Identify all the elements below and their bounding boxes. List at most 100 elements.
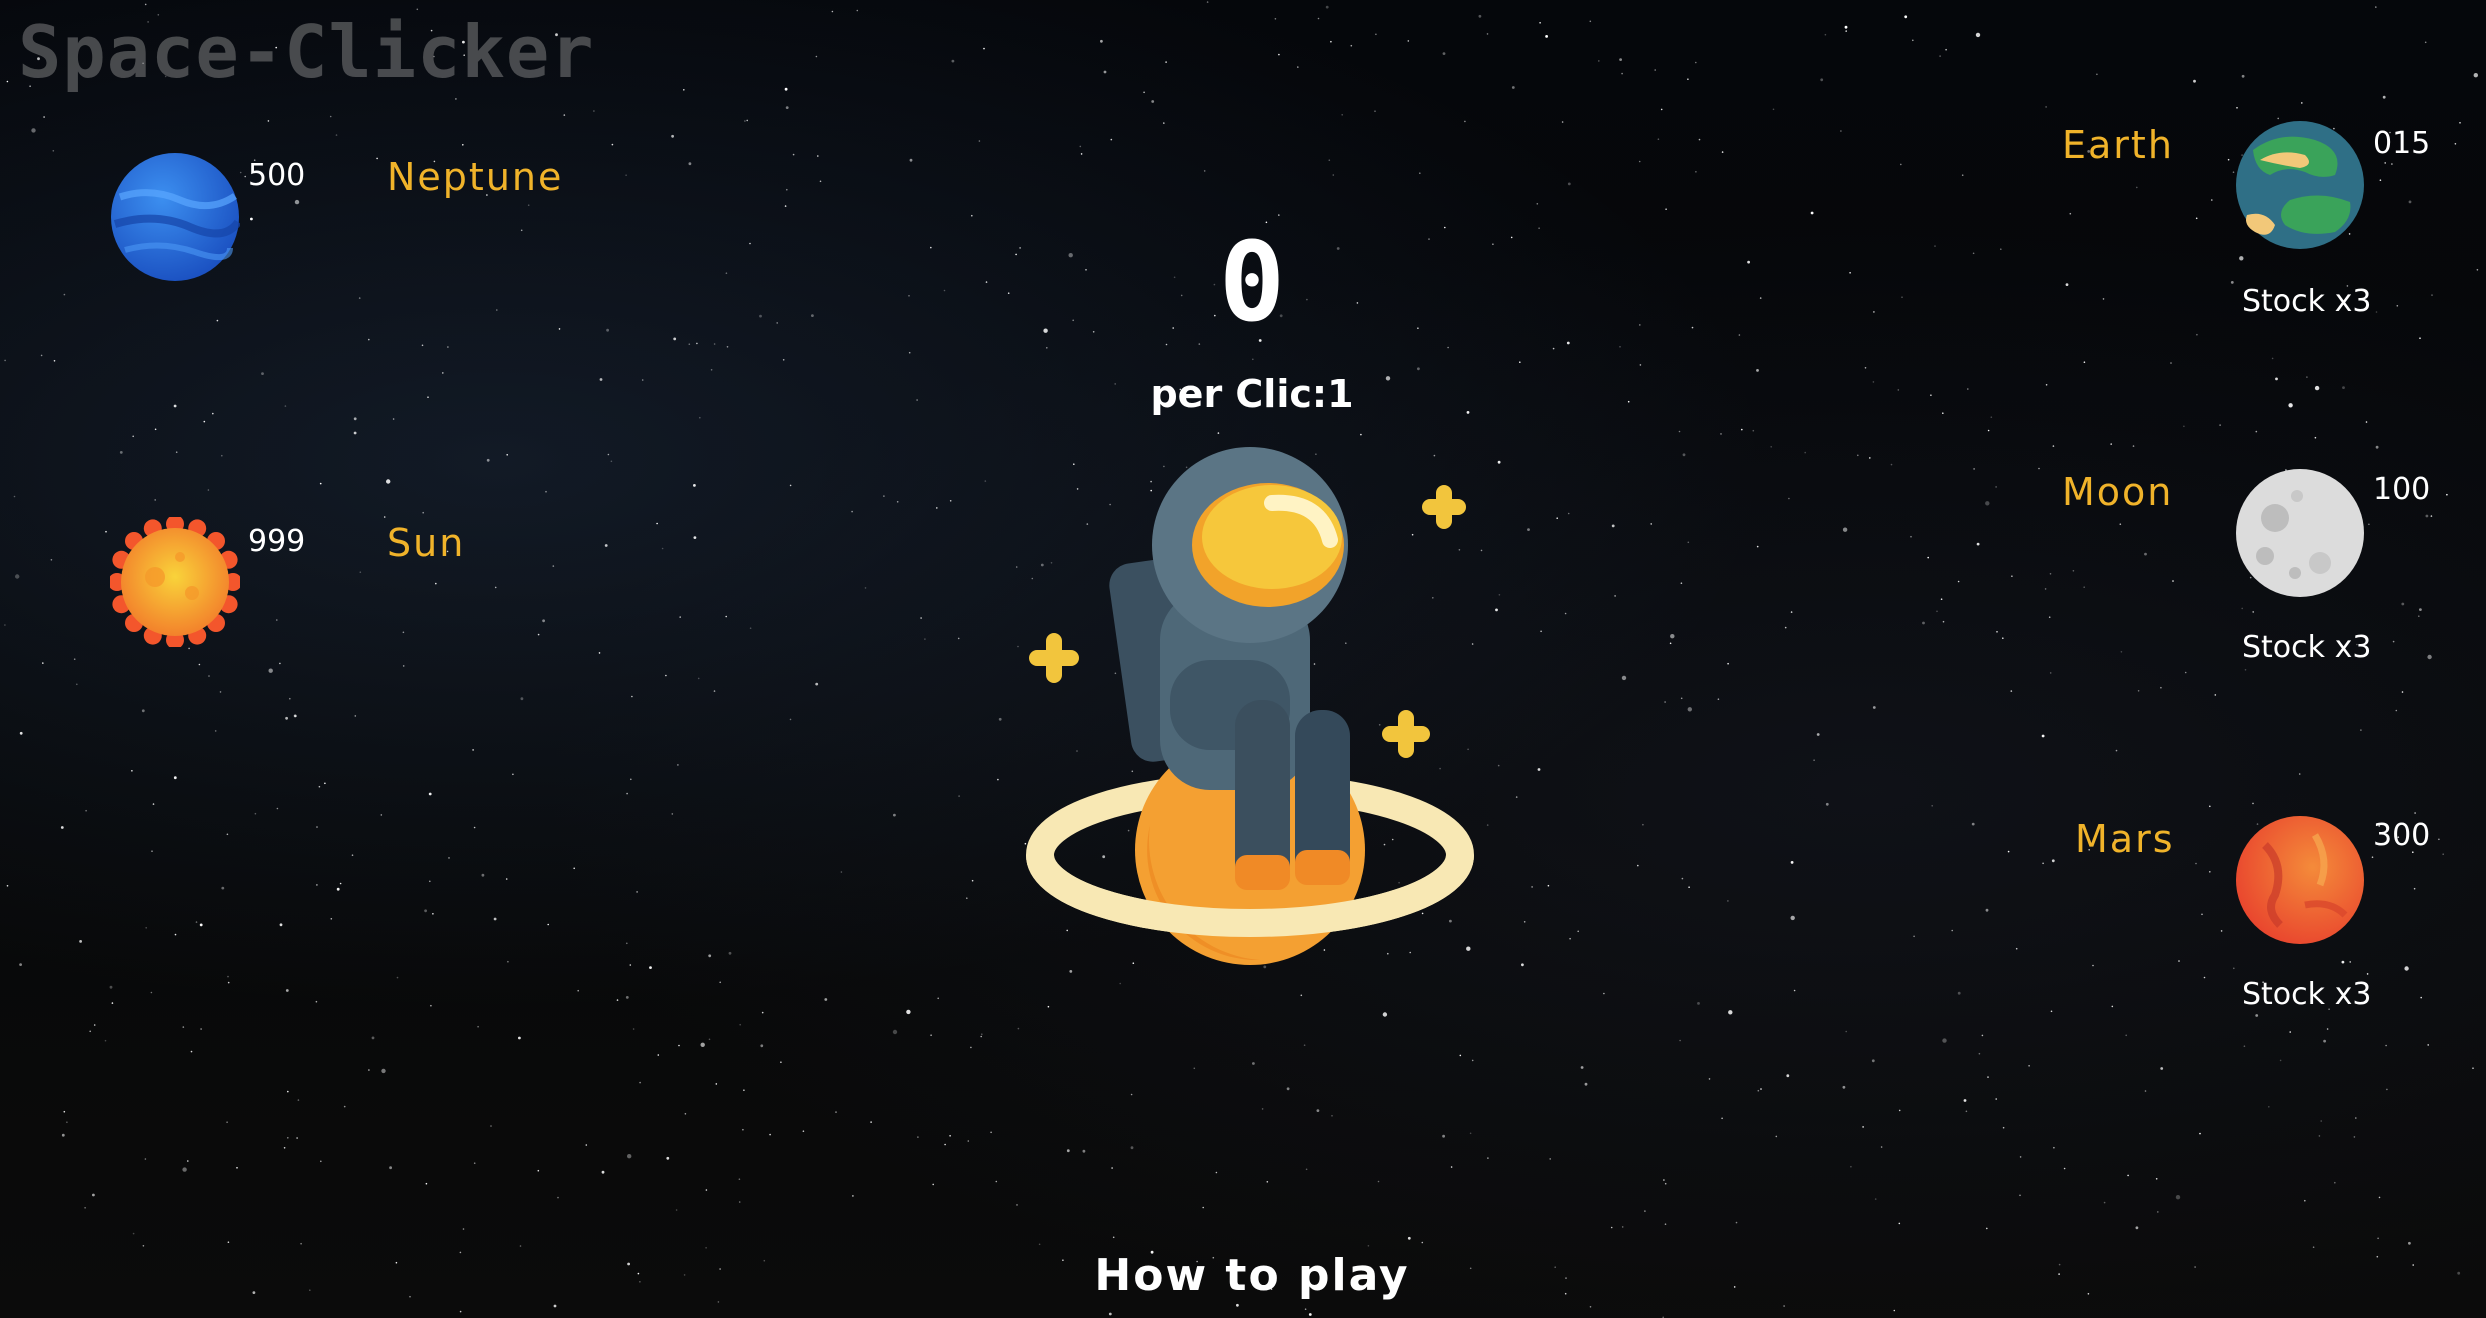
- star: [908, 351, 911, 354]
- star: [693, 536, 697, 539]
- star: [1215, 1171, 1218, 1174]
- star: [1274, 18, 1277, 20]
- star: [1082, 1149, 1086, 1153]
- star: [627, 1154, 632, 1159]
- star: [1912, 39, 1914, 42]
- star: [545, 490, 547, 493]
- star: [1068, 253, 1073, 258]
- star: [279, 662, 281, 665]
- star: [2375, 445, 2379, 449]
- star: [505, 878, 508, 880]
- star: [1910, 535, 1912, 538]
- star: [2053, 1146, 2055, 1149]
- star: [2446, 493, 2448, 496]
- star: [782, 359, 785, 361]
- star: [2195, 862, 2197, 865]
- star: [598, 652, 601, 654]
- star: [657, 1054, 660, 1056]
- star: [1930, 394, 1932, 397]
- star: [2193, 79, 2196, 83]
- star: [2096, 73, 2098, 76]
- star: [1341, 114, 1343, 116]
- star: [89, 1030, 91, 1033]
- sun-button[interactable]: [110, 517, 240, 647]
- star: [2424, 41, 2427, 44]
- star: [684, 1113, 687, 1115]
- star: [221, 454, 223, 457]
- star: [448, 857, 450, 859]
- star: [749, 627, 752, 629]
- how-to-play-button[interactable]: How to play: [1052, 1250, 1452, 1301]
- star: [1682, 453, 1686, 457]
- star: [1375, 33, 1377, 36]
- astronaut-clicker[interactable]: [1010, 445, 1500, 975]
- star: [1664, 1182, 1667, 1185]
- star: [1531, 886, 1533, 888]
- star: [254, 812, 257, 815]
- star: [719, 1268, 721, 1270]
- star: [1995, 1098, 1997, 1100]
- star: [1639, 324, 1641, 326]
- earth-button[interactable]: [2235, 120, 2365, 250]
- star: [1611, 524, 1615, 528]
- star: [353, 431, 357, 435]
- star: [1561, 121, 1564, 123]
- star: [870, 1121, 872, 1123]
- star: [1872, 706, 1876, 709]
- star: [1536, 203, 1539, 205]
- star: [1080, 153, 1083, 155]
- star: [916, 399, 918, 401]
- star: [2243, 1045, 2246, 1047]
- star: [1664, 1223, 1667, 1225]
- star: [111, 1002, 114, 1004]
- star: [957, 637, 960, 640]
- neptune-icon: [111, 153, 240, 281]
- star: [1193, 1067, 1196, 1070]
- star: [629, 964, 632, 966]
- star: [324, 782, 326, 785]
- star: [2279, 1059, 2282, 1062]
- star: [980, 1035, 982, 1038]
- star: [297, 1099, 300, 1101]
- star: [152, 803, 155, 805]
- star: [252, 1291, 256, 1294]
- star: [527, 204, 530, 206]
- star: [1810, 211, 1814, 215]
- star: [1804, 451, 1806, 454]
- star: [1564, 612, 1567, 615]
- star: [1540, 630, 1542, 633]
- star: [1130, 1146, 1134, 1150]
- star: [1850, 1165, 1852, 1168]
- star: [815, 55, 818, 58]
- star: [1639, 364, 1642, 366]
- star: [958, 795, 960, 797]
- neptune-name: Neptune: [387, 155, 564, 199]
- star: [995, 1180, 998, 1183]
- star: [725, 615, 727, 618]
- star: [2385, 1044, 2387, 1047]
- moon-button[interactable]: [2235, 468, 2365, 598]
- star: [132, 1232, 135, 1235]
- star: [132, 435, 134, 438]
- star: [1922, 621, 1925, 625]
- star: [1459, 1054, 1462, 1057]
- star: [182, 1026, 185, 1028]
- mars-button[interactable]: [2235, 815, 2365, 945]
- star: [1845, 30, 1847, 32]
- star: [285, 989, 289, 992]
- neptune-button[interactable]: [110, 152, 240, 282]
- star: [1986, 1227, 1988, 1230]
- star: [2178, 960, 2180, 962]
- star: [343, 1105, 346, 1108]
- star: [1584, 1082, 1588, 1086]
- star: [2252, 802, 2254, 805]
- star: [599, 378, 603, 381]
- star: [1976, 542, 1980, 546]
- star: [978, 140, 981, 142]
- star: [285, 716, 288, 720]
- star: [4, 624, 6, 626]
- star: [1236, 1303, 1239, 1307]
- star: [537, 1169, 540, 1172]
- star: [2277, 117, 2279, 120]
- star: [1350, 44, 1353, 47]
